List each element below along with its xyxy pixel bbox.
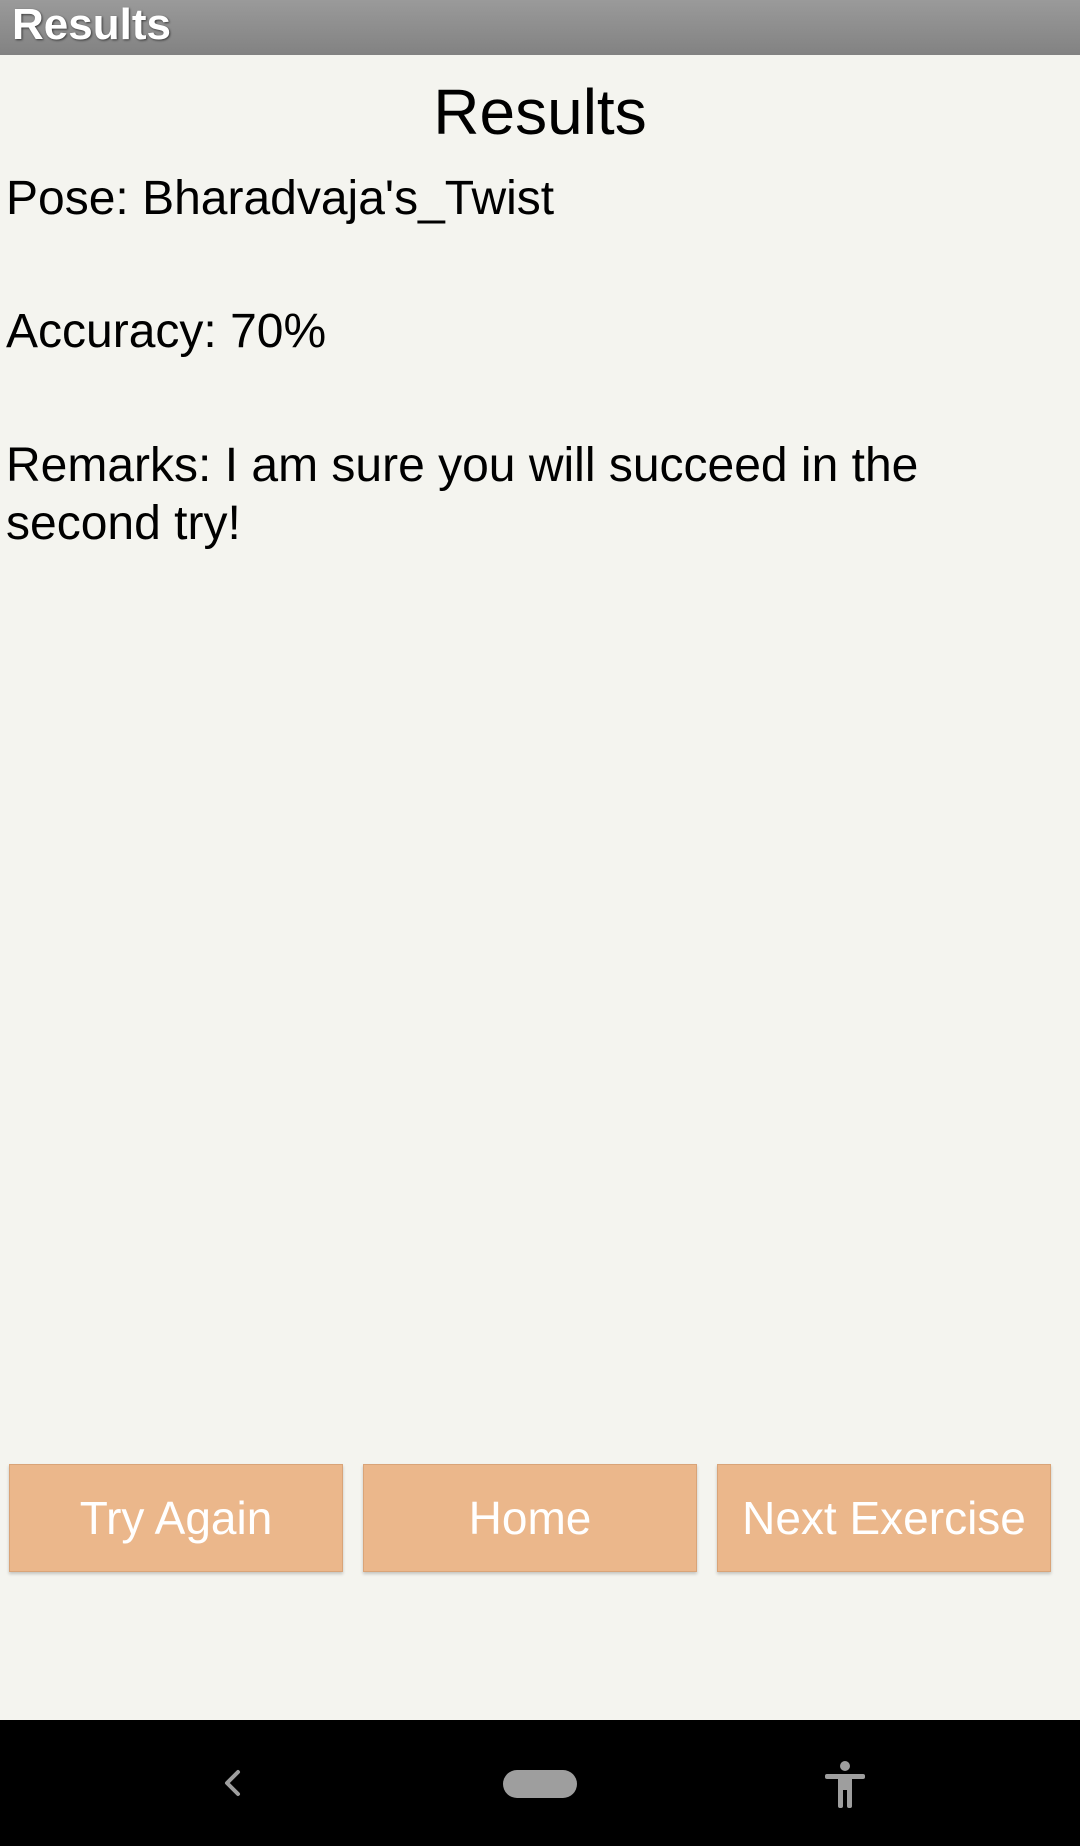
home-pill-icon[interactable] — [503, 1770, 577, 1798]
home-button[interactable]: Home — [363, 1464, 697, 1572]
accuracy-label: Accuracy: 70% — [6, 305, 327, 358]
try-again-button[interactable]: Try Again — [9, 1464, 343, 1572]
accessibility-icon[interactable] — [823, 1760, 867, 1808]
app-screen: Results Results Pose: Bharadvaja's_Twist… — [0, 0, 1080, 1846]
next-exercise-button[interactable]: Next Exercise — [717, 1464, 1051, 1572]
chevron-left-icon[interactable] — [213, 1763, 253, 1803]
page-title: Results — [433, 76, 647, 148]
action-buttons: Try Again Home Next Exercise — [0, 1464, 1080, 1572]
title-bar-text: Results — [12, 0, 171, 49]
system-nav-bar — [0, 1720, 1080, 1846]
pose-label: Pose: Bharadvaja's_Twist — [6, 172, 555, 225]
title-bar: Results — [0, 0, 1080, 55]
remarks-label: Remarks: I am sure you will succeed in t… — [6, 439, 919, 550]
